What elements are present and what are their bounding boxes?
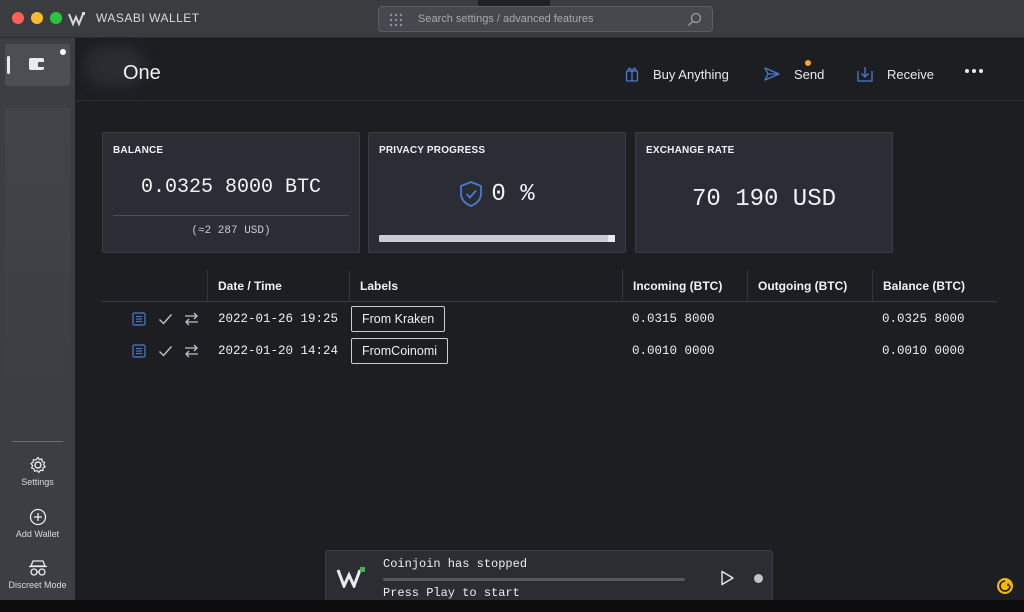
gift-icon [625, 67, 639, 82]
sidebar-divider [12, 441, 63, 442]
coinjoin-hint: Press Play to start [383, 586, 520, 600]
table-row[interactable]: 2022-01-26 19:25 From Kraken 0.0315 8000… [102, 303, 997, 335]
sidebar-item-settings[interactable]: Settings [0, 456, 75, 487]
sidebar-item-wallet[interactable] [5, 44, 70, 86]
buy-anything-label: Buy Anything [653, 66, 729, 82]
receive-icon [857, 67, 873, 82]
confirmed-check-icon [159, 346, 173, 357]
exchange-rate-title: EXCHANGE RATE [646, 145, 735, 156]
confirmed-check-icon [159, 314, 173, 325]
shield-icon [460, 181, 483, 207]
column-datetime[interactable]: Date / Time [207, 270, 349, 302]
balance-divider [113, 215, 349, 216]
row-balance: 0.0010 0000 [882, 344, 965, 358]
selected-indicator [7, 56, 10, 74]
privacy-progress-marker [608, 235, 615, 242]
search-icon [688, 12, 702, 26]
send-button[interactable]: Send [764, 64, 824, 84]
app-title: WASABI WALLET [96, 11, 200, 25]
details-icon[interactable] [132, 312, 146, 326]
column-labels[interactable]: Labels [349, 270, 622, 302]
wasabi-logo-icon [68, 12, 85, 27]
row-incoming: 0.0010 0000 [632, 344, 715, 358]
row-balance: 0.0325 8000 [882, 312, 965, 326]
close-window-button[interactable] [12, 12, 24, 24]
window-bottom-edge [0, 600, 1024, 612]
main-content: One Buy Anything Send Receive BALANCE 0.… [75, 38, 1024, 600]
buy-anything-button[interactable]: Buy Anything [625, 60, 811, 84]
coinjoin-panel: Coinjoin has stopped Press Play to start [325, 550, 773, 600]
more-options-icon[interactable] [965, 69, 983, 73]
privacy-percent: 0 % [491, 180, 535, 208]
exchange-rate-value: 70 190 USD [691, 186, 837, 213]
play-icon[interactable] [719, 570, 735, 586]
coinjoin-status: Coinjoin has stopped [383, 557, 528, 571]
balance-btc: 0.0325 8000 BTC [140, 176, 322, 199]
loading-badge-icon [997, 578, 1013, 594]
gear-icon [29, 456, 46, 474]
transfer-arrows-icon [185, 344, 198, 358]
coinjoin-progress-bar [383, 578, 685, 581]
maximize-window-button[interactable] [50, 12, 62, 24]
balance-usd: (≈2 287 USD) [191, 225, 271, 237]
header-divider [75, 100, 1024, 101]
column-incoming[interactable]: Incoming (BTC) [622, 270, 747, 302]
row-incoming: 0.0315 8000 [632, 312, 715, 326]
column-balance[interactable]: Balance (BTC) [872, 270, 997, 302]
sidebar-item-discreet-mode[interactable]: Discreet Mode [0, 559, 75, 590]
column-outgoing[interactable]: Outgoing (BTC) [747, 270, 872, 302]
send-icon [764, 67, 780, 81]
sidebar-item-add-wallet[interactable]: Add Wallet [0, 508, 75, 539]
add-circle-icon [29, 508, 46, 526]
send-label: Send [794, 66, 825, 82]
transactions-table-header: Date / Time Labels Incoming (BTC) Outgoi… [102, 270, 997, 302]
minimize-window-button[interactable] [31, 12, 43, 24]
incognito-icon [28, 560, 47, 576]
title-bar: WASABI WALLET Search settings / advanced… [0, 0, 1024, 38]
discreet-mode-label: Discreet Mode [8, 580, 67, 590]
row-datetime: 2022-01-26 19:25 [218, 312, 339, 326]
privacy-progress-card: PRIVACY PROGRESS 0 % [368, 132, 626, 253]
wallet-name: One [123, 62, 161, 84]
privacy-title: PRIVACY PROGRESS [379, 145, 486, 156]
balance-card: BALANCE 0.0325 8000 BTC (≈2 287 USD) [102, 132, 360, 253]
privacy-value-row: 0 % [369, 180, 625, 208]
row-label[interactable]: From Kraken [351, 306, 446, 332]
transfer-arrows-icon [185, 312, 198, 326]
search-input[interactable]: Search settings / advanced features [378, 6, 713, 32]
blurred-wallet-list [5, 108, 70, 408]
sidebar: Settings Add Wallet Discreet Mode [0, 38, 75, 600]
privacy-progress-bar [379, 235, 615, 242]
details-icon[interactable] [132, 344, 146, 358]
add-wallet-label: Add Wallet [15, 529, 60, 539]
wasabi-logo-icon [336, 567, 365, 588]
wallet-status-dot [60, 49, 66, 55]
balance-title: BALANCE [113, 145, 164, 156]
row-label[interactable]: FromCoinomi [351, 338, 449, 364]
settings-label: Settings [21, 477, 54, 487]
wallet-icon [29, 58, 45, 70]
row-datetime: 2022-01-20 14:24 [218, 344, 339, 358]
exchange-rate-card: EXCHANGE RATE 70 190 USD [635, 132, 893, 253]
receive-label: Receive [887, 66, 934, 82]
table-row[interactable]: 2022-01-20 14:24 FromCoinomi 0.0010 0000… [102, 335, 997, 367]
receive-button[interactable]: Receive [857, 64, 934, 84]
grid-icon [389, 13, 403, 27]
stop-icon[interactable] [754, 574, 763, 583]
search-placeholder: Search settings / advanced features [418, 13, 594, 25]
